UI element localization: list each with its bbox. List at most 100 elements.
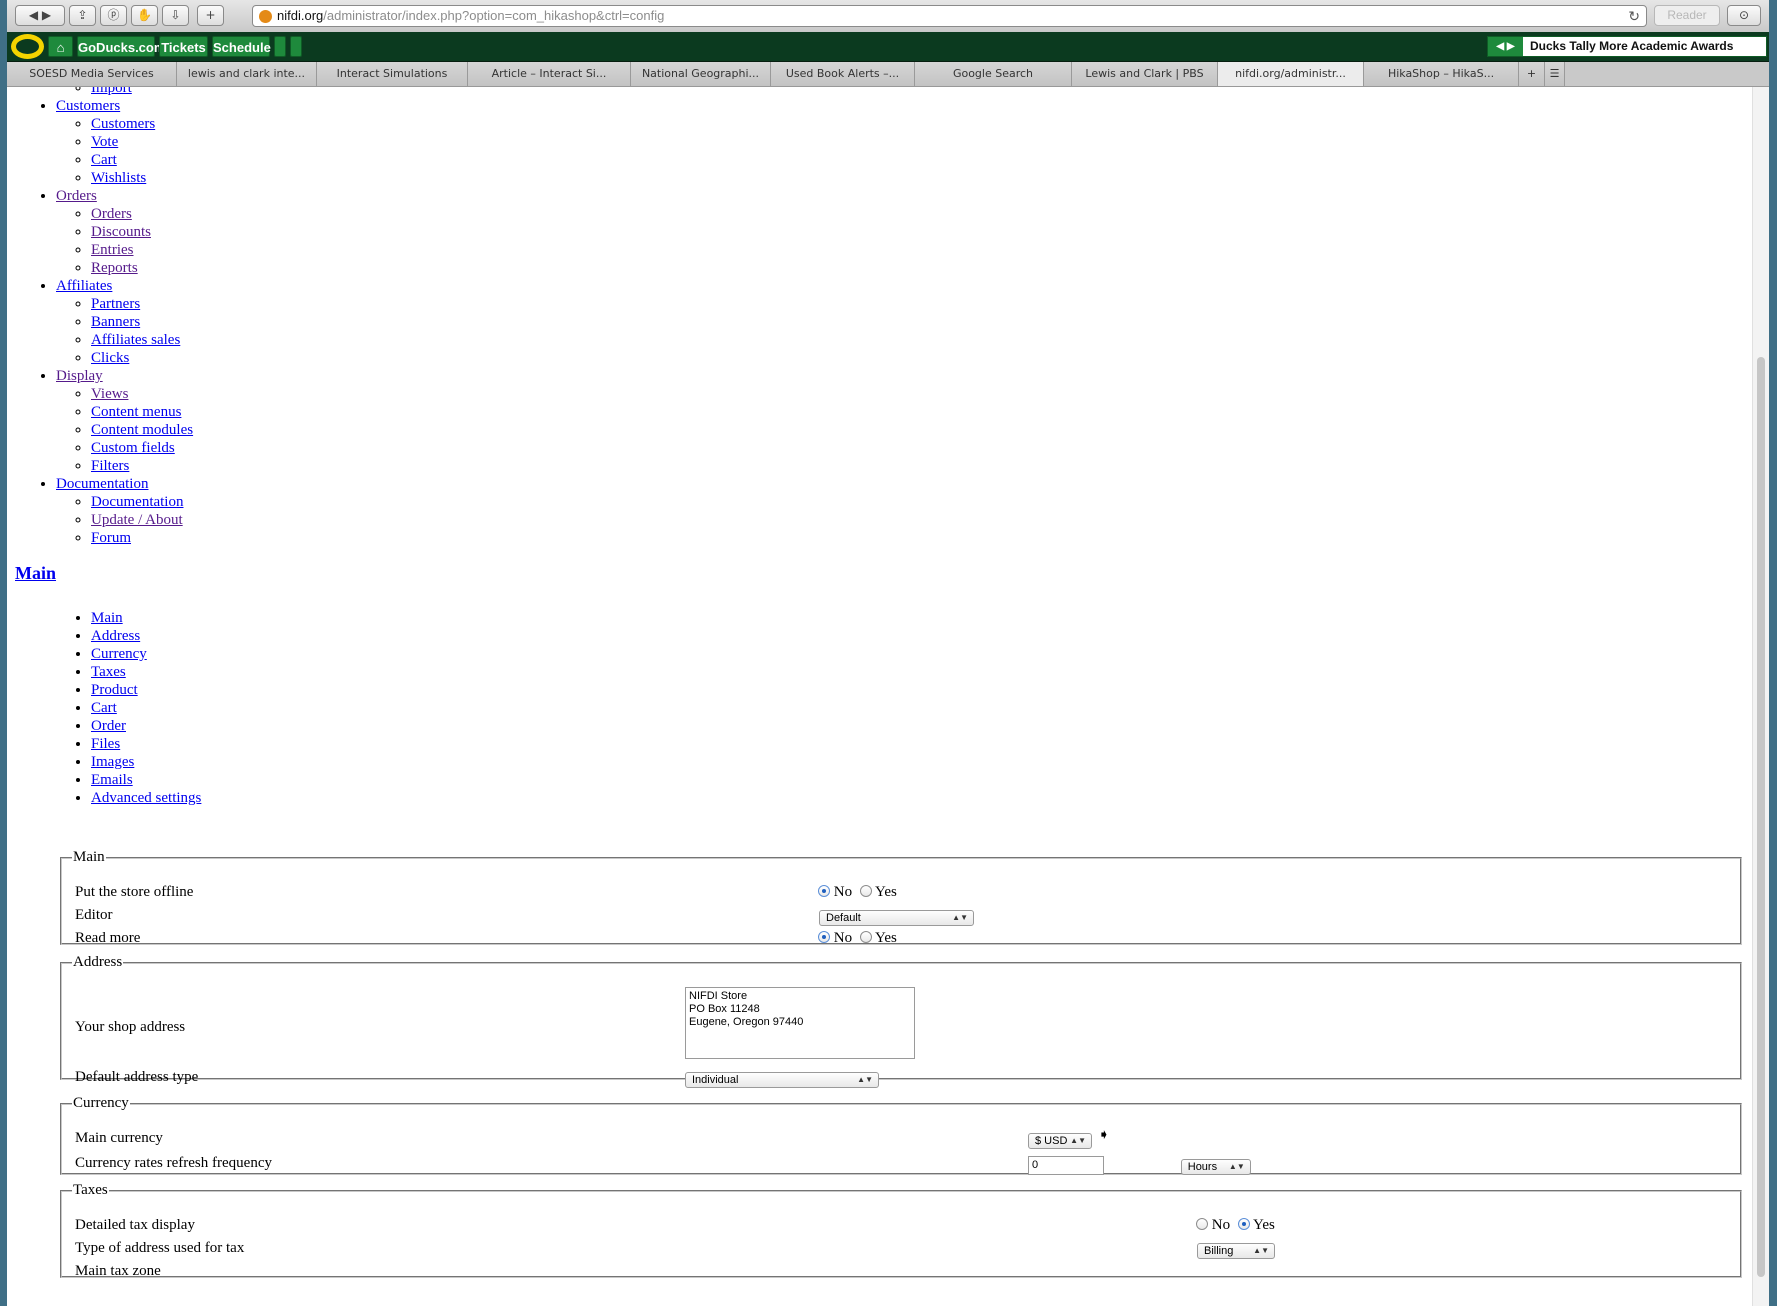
bookmark-goducks[interactable]: GoDucks.com [77, 36, 165, 57]
bookmark-tickets[interactable]: Tickets [159, 36, 208, 57]
scrollbar-thumb[interactable] [1757, 357, 1765, 1277]
tab-national-geographic[interactable]: National Geographi... [631, 62, 771, 86]
tax-address-type-value: Billing [1204, 1245, 1234, 1257]
menu-customers-wishlists[interactable]: Wishlists [91, 170, 146, 186]
config-tab-taxes[interactable]: Taxes [91, 664, 126, 680]
download-icon[interactable]: ⇩ [162, 5, 189, 26]
tab-hikashop[interactable]: HikaShop – HikaS... [1364, 62, 1519, 86]
menu-customers-cart[interactable]: Cart [91, 152, 117, 168]
main-heading-link[interactable]: Main [15, 563, 56, 583]
config-tab-address[interactable]: Address [91, 628, 140, 644]
chevron-updown-icon: ▲▼ [1228, 1162, 1245, 1171]
menu-orders-discounts[interactable]: Discounts [91, 224, 151, 240]
ticker-arrows-icon[interactable]: ◀ ▶ [1488, 37, 1523, 56]
main-currency-select[interactable]: $ USD ▲▼ [1028, 1133, 1092, 1149]
share-icon[interactable]: ⇪ [69, 5, 96, 26]
readmore-no-radio[interactable] [818, 931, 830, 943]
tab-strip: SOESD Media Services lewis and clark int… [7, 62, 1769, 87]
config-tab-cart[interactable]: Cart [91, 700, 117, 716]
tab-article-interact[interactable]: Article – Interact Si... [468, 62, 631, 86]
offline-yes-radio[interactable] [859, 885, 872, 897]
menu-orders-reports[interactable]: Reports [91, 260, 138, 276]
new-tab-icon[interactable]: + [1519, 62, 1545, 86]
menu-display-views[interactable]: Views [91, 386, 128, 402]
menu-display-content-modules[interactable]: Content modules [91, 422, 193, 438]
new-tab-plus-icon[interactable]: + [197, 5, 224, 26]
tab-google-search[interactable]: Google Search [915, 62, 1072, 86]
tab-overflow-icon[interactable]: ☰ [1545, 62, 1565, 86]
menu-affiliates[interactable]: Affiliates [56, 278, 112, 294]
offline-no-radio[interactable] [818, 885, 830, 897]
config-tab-product[interactable]: Product [91, 682, 138, 698]
detailed-tax-yes-radio[interactable] [1237, 1218, 1250, 1230]
menu-orders-orders[interactable]: Orders [91, 206, 132, 222]
shop-address-line-2: PO Box 11248 [689, 1003, 760, 1015]
home-icon[interactable]: ⌂ [48, 36, 73, 57]
menu-customers[interactable]: Customers [56, 98, 120, 114]
hand-icon[interactable]: ✋ [131, 5, 158, 26]
offline-label: Put the store offline [75, 884, 194, 900]
config-tab-emails[interactable]: Emails [91, 772, 133, 788]
menu-documentation[interactable]: Documentation [56, 476, 148, 492]
chevron-updown-icon: ▲▼ [857, 1075, 873, 1084]
reload-icon[interactable]: ↻ [1628, 6, 1640, 26]
downloads-icon[interactable]: ⊙ [1727, 5, 1761, 26]
page-scrollbar[interactable] [1752, 87, 1769, 1306]
menu-display-content-menus[interactable]: Content menus [91, 404, 181, 420]
menu-doc-documentation[interactable]: Documentation [91, 494, 183, 510]
menu-display[interactable]: Display [56, 368, 103, 384]
menu-affiliates-banners[interactable]: Banners [91, 314, 140, 330]
chevron-updown-icon: ▲▼ [1253, 1246, 1269, 1255]
config-tab-order[interactable]: Order [91, 718, 126, 734]
currency-arrow-icon[interactable]: ➧ [1098, 1127, 1110, 1143]
default-address-type-select[interactable]: Individual ▲▼ [685, 1072, 879, 1088]
news-headline: Ducks Tally More Academic Awards [1530, 39, 1734, 53]
shop-address-textarea[interactable]: NIFDI Store PO Box 11248 Eugene, Oregon … [685, 987, 915, 1059]
refresh-frequency-input[interactable]: 0 [1028, 1156, 1104, 1175]
tab-lewis-clark-inte[interactable]: lewis and clark inte... [177, 62, 317, 86]
bookmark-extra-2[interactable] [290, 36, 302, 57]
menu-customers-customers[interactable]: Customers [91, 116, 155, 132]
refresh-unit-select[interactable]: Hours ▲▼ [1180, 1159, 1251, 1175]
bookmark-schedule[interactable]: Schedule [212, 36, 271, 57]
detailed-tax-radios: No Yes [1196, 1217, 1275, 1234]
menu-affiliates-partners[interactable]: Partners [91, 296, 140, 312]
menu-affiliates-sales[interactable]: Affiliates sales [91, 332, 180, 348]
tab-interact-simulations[interactable]: Interact Simulations [317, 62, 468, 86]
reader-button[interactable]: Reader [1654, 5, 1720, 26]
tab-nifdi-admin[interactable]: nifdi.org/administr... [1218, 62, 1364, 86]
menu-display-custom-fields[interactable]: Custom fields [91, 440, 175, 456]
offline-yes-label: Yes [875, 884, 897, 900]
readmore-radios: No Yes [818, 930, 897, 947]
refresh-unit-value: Hours [1187, 1161, 1218, 1173]
editor-select-value: Default [826, 912, 861, 924]
detailed-tax-no-radio[interactable] [1196, 1218, 1208, 1230]
config-tab-currency[interactable]: Currency [91, 646, 147, 662]
oregon-o-logo-icon[interactable] [11, 34, 44, 59]
address-bar[interactable]: nifdi.org/administrator/index.php?option… [252, 5, 1647, 27]
tax-address-type-select[interactable]: Billing ▲▼ [1197, 1243, 1275, 1259]
config-tab-advanced[interactable]: Advanced settings [91, 790, 201, 806]
editor-select[interactable]: Default ▲▼ [819, 910, 974, 926]
news-ticker[interactable]: ◀ ▶ Ducks Tally More Academic Awards [1487, 36, 1767, 57]
menu-customers-vote[interactable]: Vote [91, 134, 118, 150]
menu-doc-forum[interactable]: Forum [91, 530, 131, 546]
pinterest-icon[interactable]: ⓟ [100, 5, 127, 26]
config-tabs: Main Address Currency Taxes Product Cart… [7, 609, 201, 807]
config-tab-images[interactable]: Images [91, 754, 134, 770]
config-tab-main[interactable]: Main [91, 610, 123, 626]
bookmark-extra-1[interactable] [274, 36, 286, 57]
tab-lewis-clark-pbs[interactable]: Lewis and Clark | PBS [1072, 62, 1218, 86]
tab-soesd[interactable]: SOESD Media Services [7, 62, 177, 86]
menu-orders-entries[interactable]: Entries [91, 242, 134, 258]
menu-display-filters[interactable]: Filters [91, 458, 129, 474]
readmore-yes-radio[interactable] [859, 931, 872, 943]
menu-affiliates-clicks[interactable]: Clicks [91, 350, 129, 366]
tab-used-book-alerts[interactable]: Used Book Alerts –... [771, 62, 915, 86]
bookmarks-bar: ⌂ GoDucks.com Tickets Schedule ◀ ▶ Ducks… [7, 32, 1769, 62]
config-tab-files[interactable]: Files [91, 736, 120, 752]
back-forward-buttons[interactable]: ◀ ▶ [15, 5, 65, 26]
menu-orders[interactable]: Orders [56, 188, 97, 204]
menu-import-link[interactable]: Import [91, 87, 132, 96]
menu-doc-update-about[interactable]: Update / About [91, 512, 183, 528]
